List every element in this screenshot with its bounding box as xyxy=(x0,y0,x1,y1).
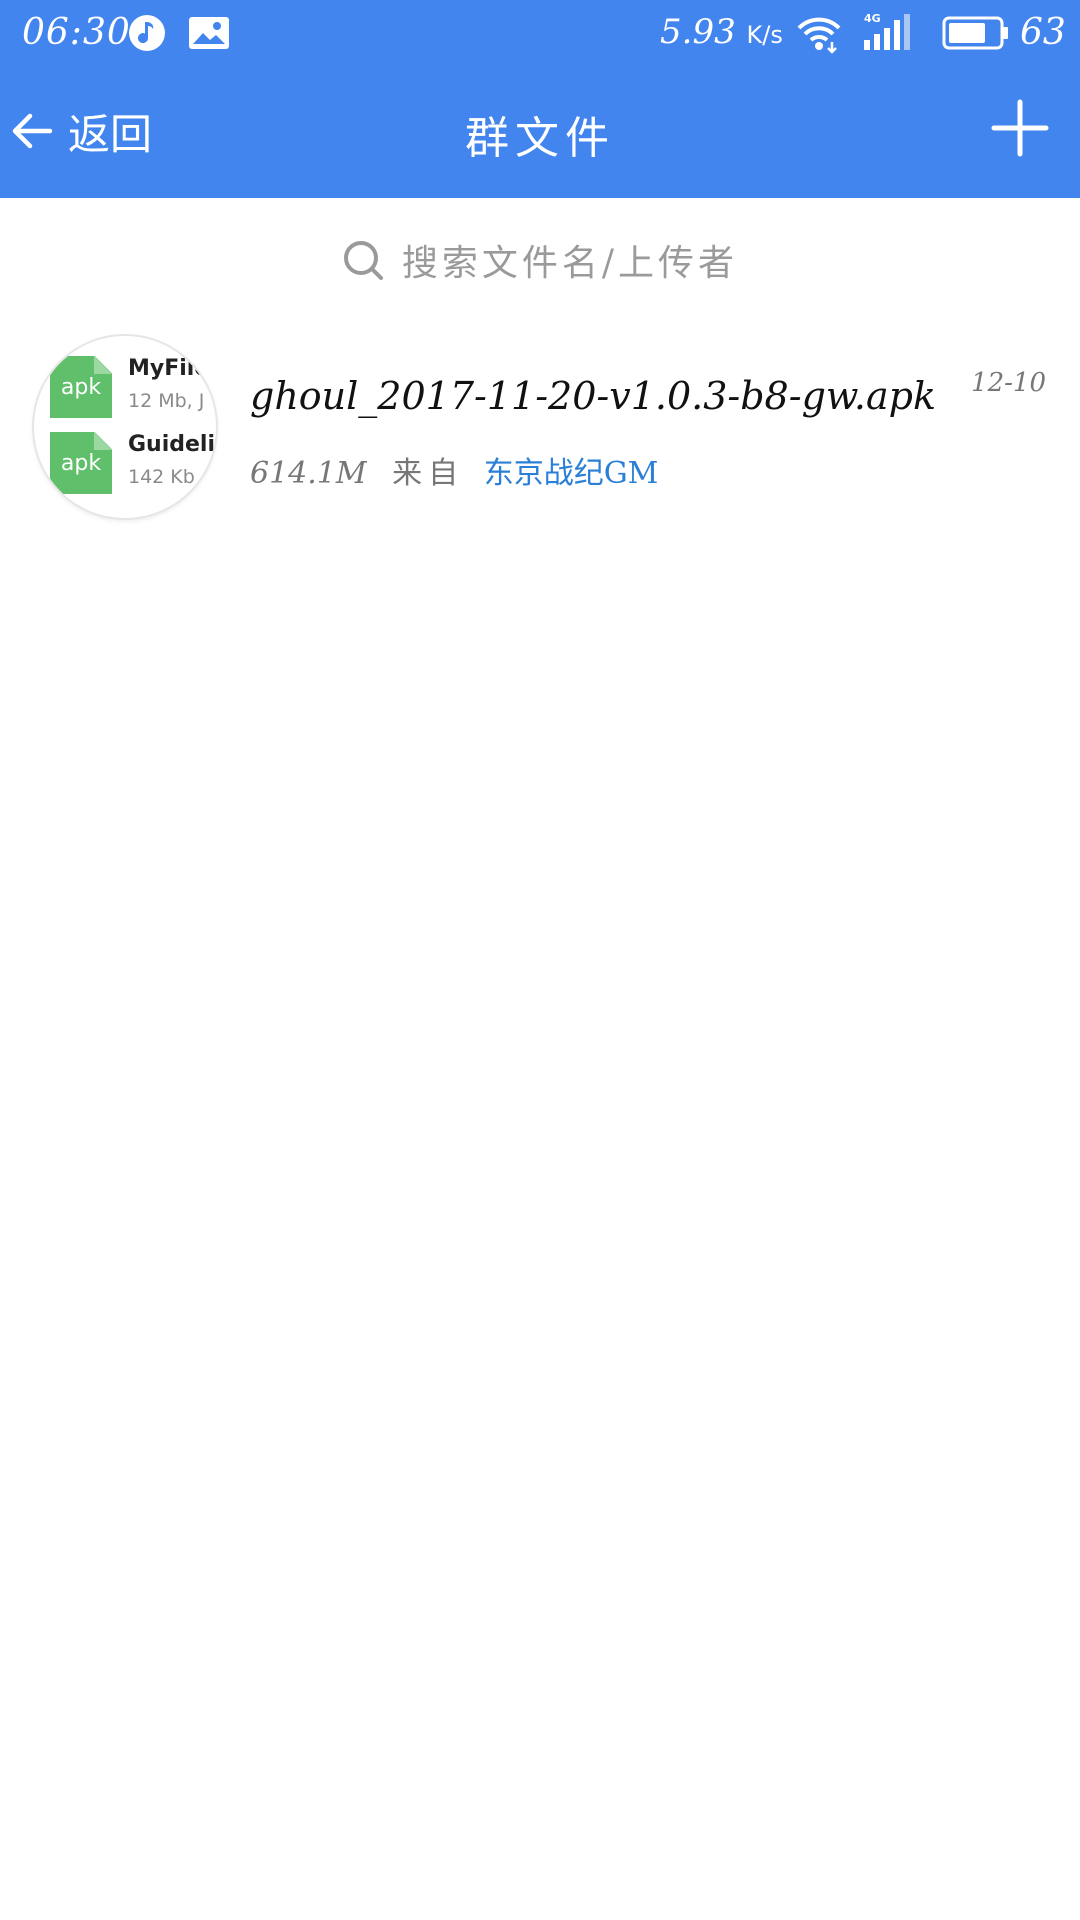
network-speed: 5.93 K/s xyxy=(660,12,783,52)
plus-icon[interactable] xyxy=(990,98,1050,158)
battery-level: 63 xyxy=(1020,12,1066,53)
file-list-item[interactable]: apk MyFile 12 Mb, J apk Guideli 142 Kb g… xyxy=(0,322,1080,532)
apk-file-icon: apk xyxy=(50,356,112,418)
search-input[interactable]: 搜索文件名/上传者 xyxy=(0,198,1080,322)
signal-icon: 4G xyxy=(864,12,910,50)
status-time: 06:30 xyxy=(22,12,131,53)
network-speed-value: 5.93 xyxy=(660,12,736,52)
search-placeholder: 搜索文件名/上传者 xyxy=(401,243,739,284)
file-size: 614.1M xyxy=(250,456,367,491)
music-icon xyxy=(129,15,165,51)
title-bar: 返回 群文件 xyxy=(0,66,1080,198)
wifi-icon xyxy=(797,17,841,54)
thumbnail-file-meta: 12 Mb, J xyxy=(128,390,205,412)
network-speed-unit: K/s xyxy=(746,21,783,49)
page-title: 群文件 xyxy=(465,113,615,164)
battery-icon xyxy=(942,16,1008,50)
apk-file-icon: apk xyxy=(50,432,112,494)
file-thumbnail: apk MyFile 12 Mb, J apk Guideli 142 Kb xyxy=(34,336,216,518)
thumbnail-entry: apk Guideli 142 Kb xyxy=(50,432,216,502)
from-label: 来自 xyxy=(392,456,465,491)
gallery-icon xyxy=(189,17,229,49)
status-bar: 06:30 5.93 K/s 4G 63 xyxy=(0,0,1080,66)
file-date: 12-10 xyxy=(971,368,1046,398)
apk-badge-label: apk xyxy=(60,450,102,476)
thumbnail-file-name: MyFile xyxy=(128,356,210,381)
file-name: ghoul_2017-11-20-v1.0.3-b8-gw.apk xyxy=(250,374,937,418)
apk-badge-label: apk xyxy=(60,374,102,400)
thumbnail-file-name: Guideli xyxy=(128,432,216,457)
search-icon xyxy=(343,241,383,280)
thumbnail-file-meta: 142 Kb xyxy=(128,466,195,488)
signal-type: 4G xyxy=(864,12,881,25)
file-meta: 614.1M 来自 东京战纪GM xyxy=(250,448,658,492)
uploader-link[interactable]: 东京战纪GM xyxy=(484,456,659,491)
thumbnail-entry: apk MyFile 12 Mb, J xyxy=(50,356,216,426)
